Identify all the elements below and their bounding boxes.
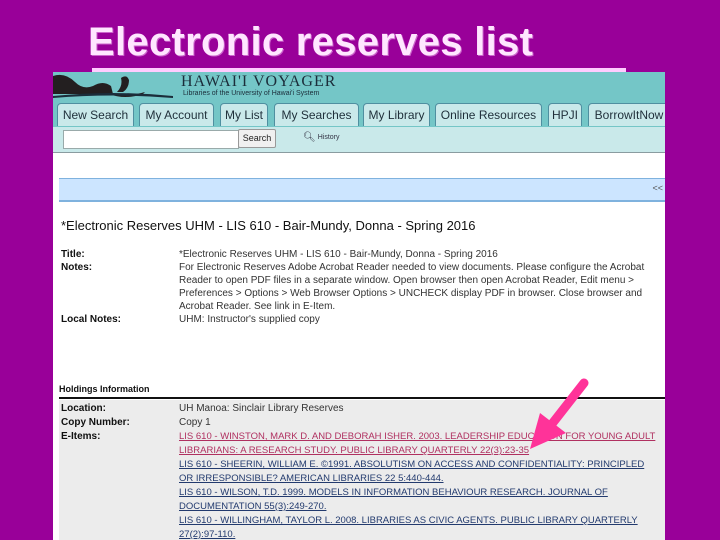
tab-my-account[interactable]: My Account <box>139 103 214 126</box>
field-label: Local Notes: <box>61 314 122 325</box>
field-label: Title: <box>61 249 85 260</box>
eitems-label: E-Items: <box>61 431 101 442</box>
tab-new-search[interactable]: New Search <box>57 103 134 126</box>
brand-subtitle: Libraries of the University of Hawai'i S… <box>183 90 320 97</box>
field-value: UHM: Instructor's supplied copy <box>179 314 320 325</box>
brand-name: HAWAI'I VOYAGER <box>181 73 337 90</box>
copy-label: Copy Number: <box>61 417 130 428</box>
field-label: Notes: <box>61 262 93 273</box>
record-heading: *Electronic Reserves UHM - LIS 610 - Bai… <box>61 218 476 233</box>
history-label: History <box>317 134 340 141</box>
eitem-link[interactable]: LIS 610 - SHEERIN, WILLIAM E. ©1991. ABS… <box>179 458 659 486</box>
collapse-icon[interactable]: << <box>652 183 663 193</box>
tab-my-library[interactable]: My Library <box>363 103 430 126</box>
island-canoe-logo-icon <box>53 74 173 98</box>
field-value: *Electronic Reserves UHM - LIS 610 - Bai… <box>179 249 498 260</box>
history-link[interactable]: 🔍︎ History <box>303 132 339 143</box>
main-tabs: New Search My Account My List My Searche… <box>53 100 665 128</box>
field-local-notes: Local Notes: UHM: Instructor's supplied … <box>61 313 661 326</box>
header-banner: HAWAI'I VOYAGER Libraries of the Univers… <box>53 72 665 100</box>
tab-my-list[interactable]: My List <box>220 103 268 126</box>
search-bar: Search 🔍︎ History <box>53 127 665 153</box>
slide-title: Electronic reserves list <box>88 20 534 64</box>
record-nav-strip: << <box>59 178 665 202</box>
search-button[interactable]: Search <box>238 129 276 148</box>
field-value: For Electronic Reserves Adobe Acrobat Re… <box>179 262 645 312</box>
tab-my-searches[interactable]: My Searches <box>274 103 359 126</box>
history-icon: 🔍︎ <box>303 132 316 143</box>
field-notes: Notes: For Electronic Reserves Adobe Acr… <box>61 261 661 313</box>
field-title: Title: *Electronic Reserves UHM - LIS 61… <box>61 248 661 261</box>
tab-borrowitnow[interactable]: BorrowItNow <box>588 103 665 126</box>
eitem-link[interactable]: LIS 610 - WILLINGHAM, TAYLOR L. 2008. LI… <box>179 514 659 540</box>
tab-online-resources[interactable]: Online Resources <box>435 103 542 126</box>
pointer-arrow-icon <box>530 378 589 449</box>
record-fields: Title: *Electronic Reserves UHM - LIS 61… <box>61 248 661 326</box>
location-label: Location: <box>61 403 106 414</box>
search-input[interactable] <box>63 130 239 149</box>
voyager-screenshot: HAWAI'I VOYAGER Libraries of the Univers… <box>53 72 665 540</box>
eitem-link[interactable]: LIS 610 - WILSON, T.D. 1999. MODELS IN I… <box>179 486 659 514</box>
tab-hpji[interactable]: HPJI <box>548 103 582 126</box>
